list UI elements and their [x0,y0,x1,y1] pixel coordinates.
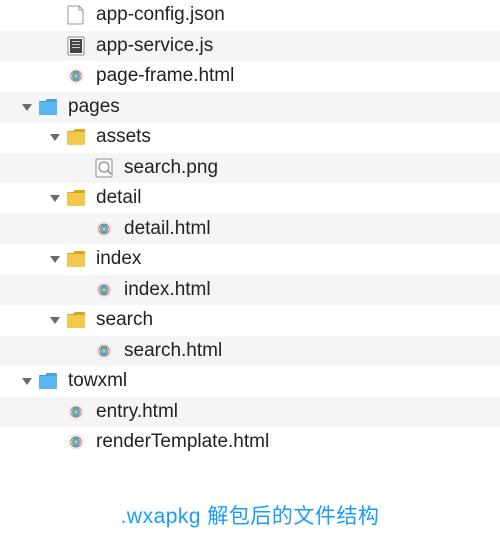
tree-row[interactable]: index.html [0,275,500,306]
tree-item-label: search.png [124,157,218,179]
disclosure-arrow-icon [48,39,62,53]
folder-blue-icon [38,97,58,117]
tree-row[interactable]: pages [0,92,500,123]
disclosure-arrow-icon[interactable] [48,191,62,205]
disclosure-arrow-icon [76,283,90,297]
tree-row[interactable]: search.png [0,153,500,184]
tree-row[interactable]: renderTemplate.html [0,427,500,458]
tree-row[interactable]: search [0,305,500,336]
disclosure-arrow-icon [48,405,62,419]
file-html-icon [94,341,114,361]
file-js-icon [66,36,86,56]
file-tree: app-config.json app-service.js page-frame.… [0,0,500,458]
caption-text: .wxapkg 解包后的文件结构 [0,500,500,530]
folder-yellow-icon [66,249,86,269]
file-png-icon [94,158,114,178]
tree-item-label: page-frame.html [96,65,234,87]
file-html-icon [94,219,114,239]
disclosure-arrow-icon [48,435,62,449]
tree-row[interactable]: app-config.json [0,0,500,31]
tree-row[interactable]: towxml [0,366,500,397]
folder-yellow-icon [66,310,86,330]
disclosure-arrow-icon [48,8,62,22]
tree-row[interactable]: detail [0,183,500,214]
file-html-icon [66,432,86,452]
disclosure-arrow-icon [76,222,90,236]
folder-yellow-icon [66,188,86,208]
tree-item-label: search [96,309,153,331]
tree-row[interactable]: app-service.js [0,31,500,62]
disclosure-arrow-icon [76,161,90,175]
folder-yellow-icon [66,127,86,147]
tree-row[interactable]: assets [0,122,500,153]
file-html-icon [66,402,86,422]
tree-row[interactable]: search.html [0,336,500,367]
disclosure-arrow-icon[interactable] [48,130,62,144]
disclosure-arrow-icon[interactable] [20,100,34,114]
file-json-icon [66,5,86,25]
tree-item-label: renderTemplate.html [96,431,269,453]
disclosure-arrow-icon[interactable] [48,252,62,266]
tree-item-label: detail.html [124,218,211,240]
tree-item-label: entry.html [96,401,178,423]
tree-row[interactable]: detail.html [0,214,500,245]
folder-blue-icon [38,371,58,391]
tree-item-label: detail [96,187,141,209]
tree-item-label: app-config.json [96,4,225,26]
file-html-icon [66,66,86,86]
tree-row[interactable]: page-frame.html [0,61,500,92]
tree-row[interactable]: index [0,244,500,275]
tree-row[interactable]: entry.html [0,397,500,428]
tree-item-label: index.html [124,279,211,301]
tree-item-label: search.html [124,340,222,362]
tree-item-label: assets [96,126,151,148]
tree-item-label: index [96,248,141,270]
disclosure-arrow-icon[interactable] [48,313,62,327]
disclosure-arrow-icon [76,344,90,358]
tree-item-label: app-service.js [96,35,213,57]
tree-item-label: towxml [68,370,127,392]
tree-item-label: pages [68,96,120,118]
disclosure-arrow-icon[interactable] [20,374,34,388]
disclosure-arrow-icon [48,69,62,83]
file-html-icon [94,280,114,300]
